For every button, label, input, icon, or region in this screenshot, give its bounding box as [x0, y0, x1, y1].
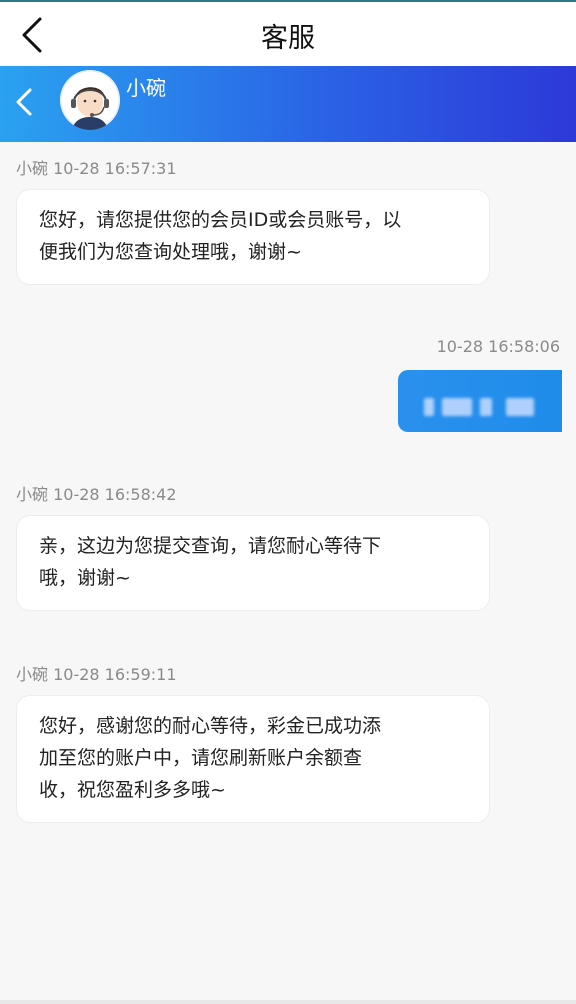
chat-back-button[interactable] — [10, 84, 40, 120]
redacted-text — [424, 398, 536, 416]
message-text-line: 加至您的账户中，请您刷新账户余额查 — [39, 747, 363, 769]
message-text-line: 您好，请您提供您的会员ID或会员账号，以 — [39, 209, 402, 231]
message-text-line: 哦，谢谢~ — [39, 567, 131, 589]
message-meta: 10-28 16:58:06 — [436, 337, 560, 356]
message-text-line: 收，祝您盈利多多哦~ — [39, 779, 226, 801]
agent-name: 小碗 — [126, 76, 166, 100]
chevron-left-icon — [16, 88, 32, 116]
bottom-divider — [0, 1000, 576, 1004]
incoming-message-bubble: 您好，请您提供您的会员ID或会员账号，以 便我们为您查询处理哦，谢谢~ — [16, 189, 490, 285]
incoming-message-bubble: 亲，这边为您提交查询，请您耐心等待下 哦，谢谢~ — [16, 515, 490, 611]
message-text-line: 便我们为您查询处理哦，谢谢~ — [39, 241, 302, 263]
message-meta: 小碗 10-28 16:58:42 — [16, 485, 177, 504]
message-text-line: 亲，这边为您提交查询，请您耐心等待下 — [39, 535, 382, 557]
message-text-line: 您好，感谢您的耐心等待，彩金已成功添 — [39, 715, 382, 737]
chat-header: 小碗 — [0, 66, 576, 142]
agent-avatar-icon — [60, 70, 120, 130]
incoming-message-bubble: 您好，感谢您的耐心等待，彩金已成功添 加至您的账户中，请您刷新账户余额查 收，祝… — [16, 695, 490, 823]
top-navigation-bar: 客服 — [0, 0, 576, 66]
page-title: 客服 — [261, 23, 315, 54]
message-meta: 小碗 10-28 16:59:11 — [16, 665, 177, 684]
message-meta: 小碗 10-28 16:57:31 — [16, 159, 177, 178]
agent-avatar — [60, 70, 120, 130]
